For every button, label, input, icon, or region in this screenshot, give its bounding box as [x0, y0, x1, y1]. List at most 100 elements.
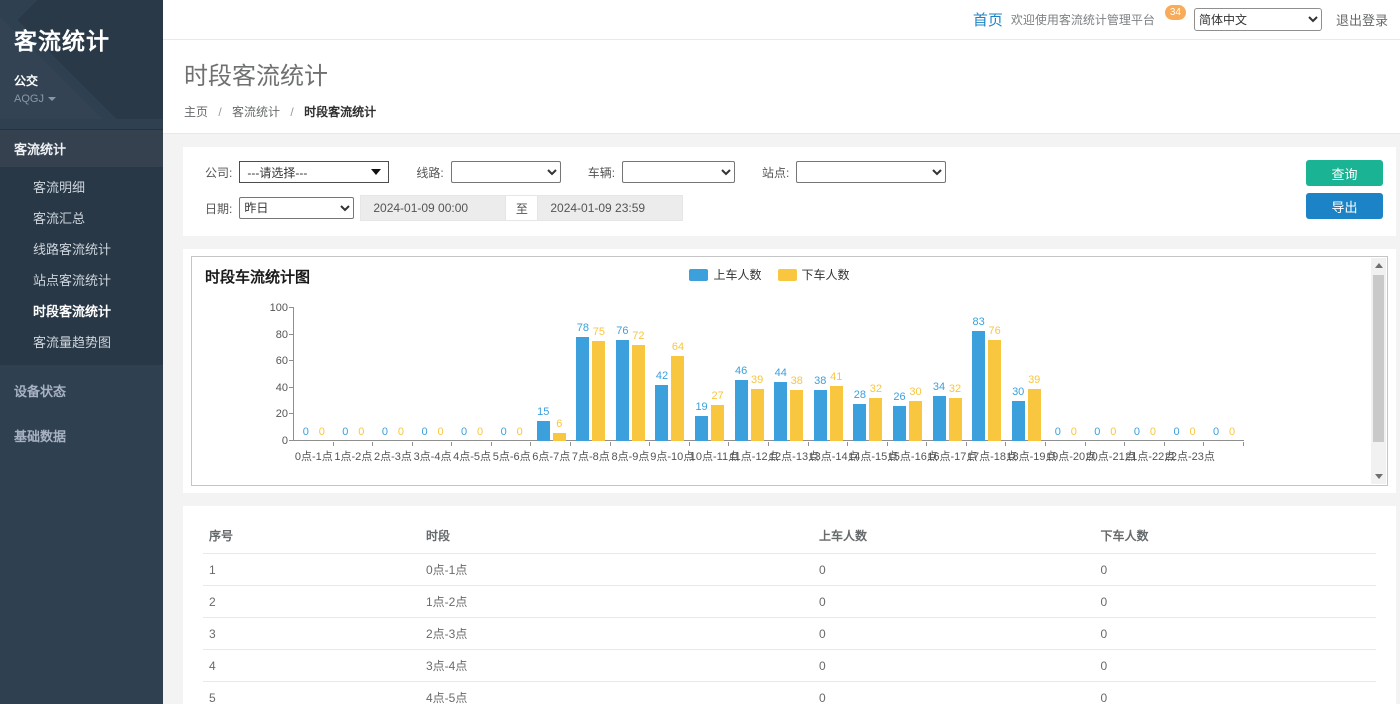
bar-value-label: 0 — [1134, 426, 1140, 438]
sidebar-item-passenger-summary[interactable]: 客流汇总 — [0, 202, 163, 233]
page-heading: 时段客流统计 主页 / 客流统计 / 时段客流统计 — [163, 40, 1400, 134]
user-menu[interactable]: AQGJ — [14, 93, 149, 105]
home-link[interactable]: 首页 — [973, 9, 1003, 30]
bar-boarding: 26 — [893, 308, 906, 441]
bar — [711, 405, 724, 441]
bar-group: 00 — [1125, 308, 1165, 441]
date-end-input[interactable] — [537, 195, 683, 221]
bar-alighting: 0 — [513, 308, 526, 441]
y-tick-label: 40 — [254, 382, 288, 394]
bar-alighting: 32 — [949, 308, 962, 441]
bar-group: 4438 — [769, 308, 809, 441]
bar-group: 156 — [531, 308, 571, 441]
date-preset-select[interactable]: 昨日 — [239, 197, 354, 219]
sidebar-item-line-stats[interactable]: 线路客流统计 — [0, 233, 163, 264]
bar-value-label: 0 — [382, 426, 388, 438]
notification-badge[interactable]: 34 — [1165, 5, 1186, 20]
x-tick-label: 18点-19点 — [1006, 448, 1046, 464]
bar-alighting: 0 — [474, 308, 487, 441]
bar-alighting: 0 — [1146, 308, 1159, 441]
x-tick-label: 4点-5点 — [452, 448, 492, 464]
legend-alighting[interactable]: 下车人数 — [778, 266, 850, 283]
x-tick-label: 7点-8点 — [571, 448, 611, 464]
y-tick-label: 100 — [254, 302, 288, 314]
breadcrumb-passenger-stats[interactable]: 客流统计 — [232, 105, 280, 119]
export-button[interactable]: 导出 — [1306, 193, 1383, 219]
bar — [869, 398, 882, 441]
welcome-text: 欢迎使用客流统计管理平台 — [1011, 11, 1155, 28]
sidebar-item-passenger-stats[interactable]: 客流统计 — [0, 129, 163, 167]
bar — [774, 382, 787, 441]
scroll-down-icon[interactable] — [1371, 469, 1386, 484]
breadcrumb-home[interactable]: 主页 — [184, 105, 208, 119]
bar-boarding: 15 — [537, 308, 550, 441]
chart-scrollbar[interactable] — [1371, 258, 1386, 484]
col-header-boarding: 上车人数 — [813, 518, 1095, 554]
vehicle-select[interactable] — [622, 161, 735, 183]
x-tick-label: 16点-17点 — [927, 448, 967, 464]
bar-boarding: 0 — [299, 308, 312, 441]
sidebar-item-device-status[interactable]: 设备状态 — [0, 371, 163, 410]
sidebar-item-trend-chart[interactable]: 客流量趋势图 — [0, 326, 163, 357]
language-select[interactable]: 简体中文 — [1194, 8, 1322, 31]
sidebar-item-station-stats[interactable]: 站点客流统计 — [0, 264, 163, 295]
table-cell: 2 — [203, 586, 420, 618]
bar-alighting: 75 — [592, 308, 605, 441]
bar-boarding: 76 — [616, 308, 629, 441]
bar-group: 00 — [1165, 308, 1205, 441]
company-select[interactable]: ---请选择--- — [239, 161, 389, 183]
bar-boarding: 0 — [1130, 308, 1143, 441]
bar — [853, 404, 866, 441]
bar-alighting: 39 — [1028, 308, 1041, 441]
sidebar-item-period-stats[interactable]: 时段客流统计 — [0, 295, 163, 326]
bar-value-label: 76 — [988, 325, 1000, 337]
bar-alighting: 39 — [751, 308, 764, 441]
legend-boarding[interactable]: 上车人数 — [689, 266, 761, 283]
bar-value-label: 0 — [1213, 426, 1219, 438]
bar-group: 00 — [1086, 308, 1126, 441]
bar-boarding: 78 — [576, 308, 589, 441]
line-select[interactable] — [451, 161, 561, 183]
bar-group: 42 64 — [650, 308, 690, 441]
logout-link[interactable]: 退出登录 — [1336, 10, 1388, 29]
bar-value-label: 44 — [775, 367, 787, 379]
period-stats-table: 序号 时段 上车人数 下车人数 10点-1点0021点-2点0032点-3点00… — [203, 518, 1376, 704]
sidebar-item-passenger-detail[interactable]: 客流明细 — [0, 171, 163, 202]
line-label: 线路: — [416, 164, 443, 181]
x-tick-label: 21点-22点 — [1125, 448, 1165, 464]
bar-value-label: 42 — [656, 370, 668, 382]
bar — [655, 385, 668, 441]
bar-group: 00 — [413, 308, 453, 441]
table-cell: 0 — [813, 682, 1095, 704]
bar-boarding: 83 — [972, 308, 985, 441]
bar-boarding: 46 — [735, 308, 748, 441]
bar-value-label: 0 — [358, 426, 364, 438]
x-tick-label: 15点-16点 — [888, 448, 928, 464]
app-logo: 客流统计 — [14, 22, 149, 56]
scrollbar-thumb[interactable] — [1373, 275, 1384, 442]
bar-alighting: 64 — [671, 308, 684, 441]
bar-value-label: 0 — [1071, 426, 1077, 438]
table-row: 21点-2点00 — [203, 586, 1376, 618]
bar-boarding: 19 — [695, 308, 708, 441]
station-select[interactable] — [796, 161, 946, 183]
query-button[interactable]: 查询 — [1306, 160, 1383, 186]
bar — [735, 380, 748, 441]
bar-value-label: 72 — [632, 330, 644, 342]
bar-boarding: 0 — [1210, 308, 1223, 441]
sidebar: 客流统计 公交 AQGJ 客流统计 客流明细 客流汇总 线路客流统计 站点客流统… — [0, 0, 163, 704]
scroll-up-icon[interactable] — [1371, 258, 1386, 273]
bar-value-label: 0 — [501, 426, 507, 438]
sidebar-item-base-data[interactable]: 基础数据 — [0, 416, 163, 455]
x-tick-label: 5点-6点 — [492, 448, 532, 464]
bar-value-label: 19 — [695, 401, 707, 413]
table-cell: 0 — [1094, 586, 1376, 618]
company-select-value: ---请选择--- — [247, 164, 307, 181]
x-tick-label: 0点-1点 — [294, 448, 334, 464]
bar — [1028, 389, 1041, 441]
date-start-input[interactable] — [360, 195, 506, 221]
bar-boarding: 30 — [1012, 308, 1025, 441]
table-cell: 3 — [203, 618, 420, 650]
bar-value-label: 64 — [672, 341, 684, 353]
table-row: 10点-1点00 — [203, 554, 1376, 586]
